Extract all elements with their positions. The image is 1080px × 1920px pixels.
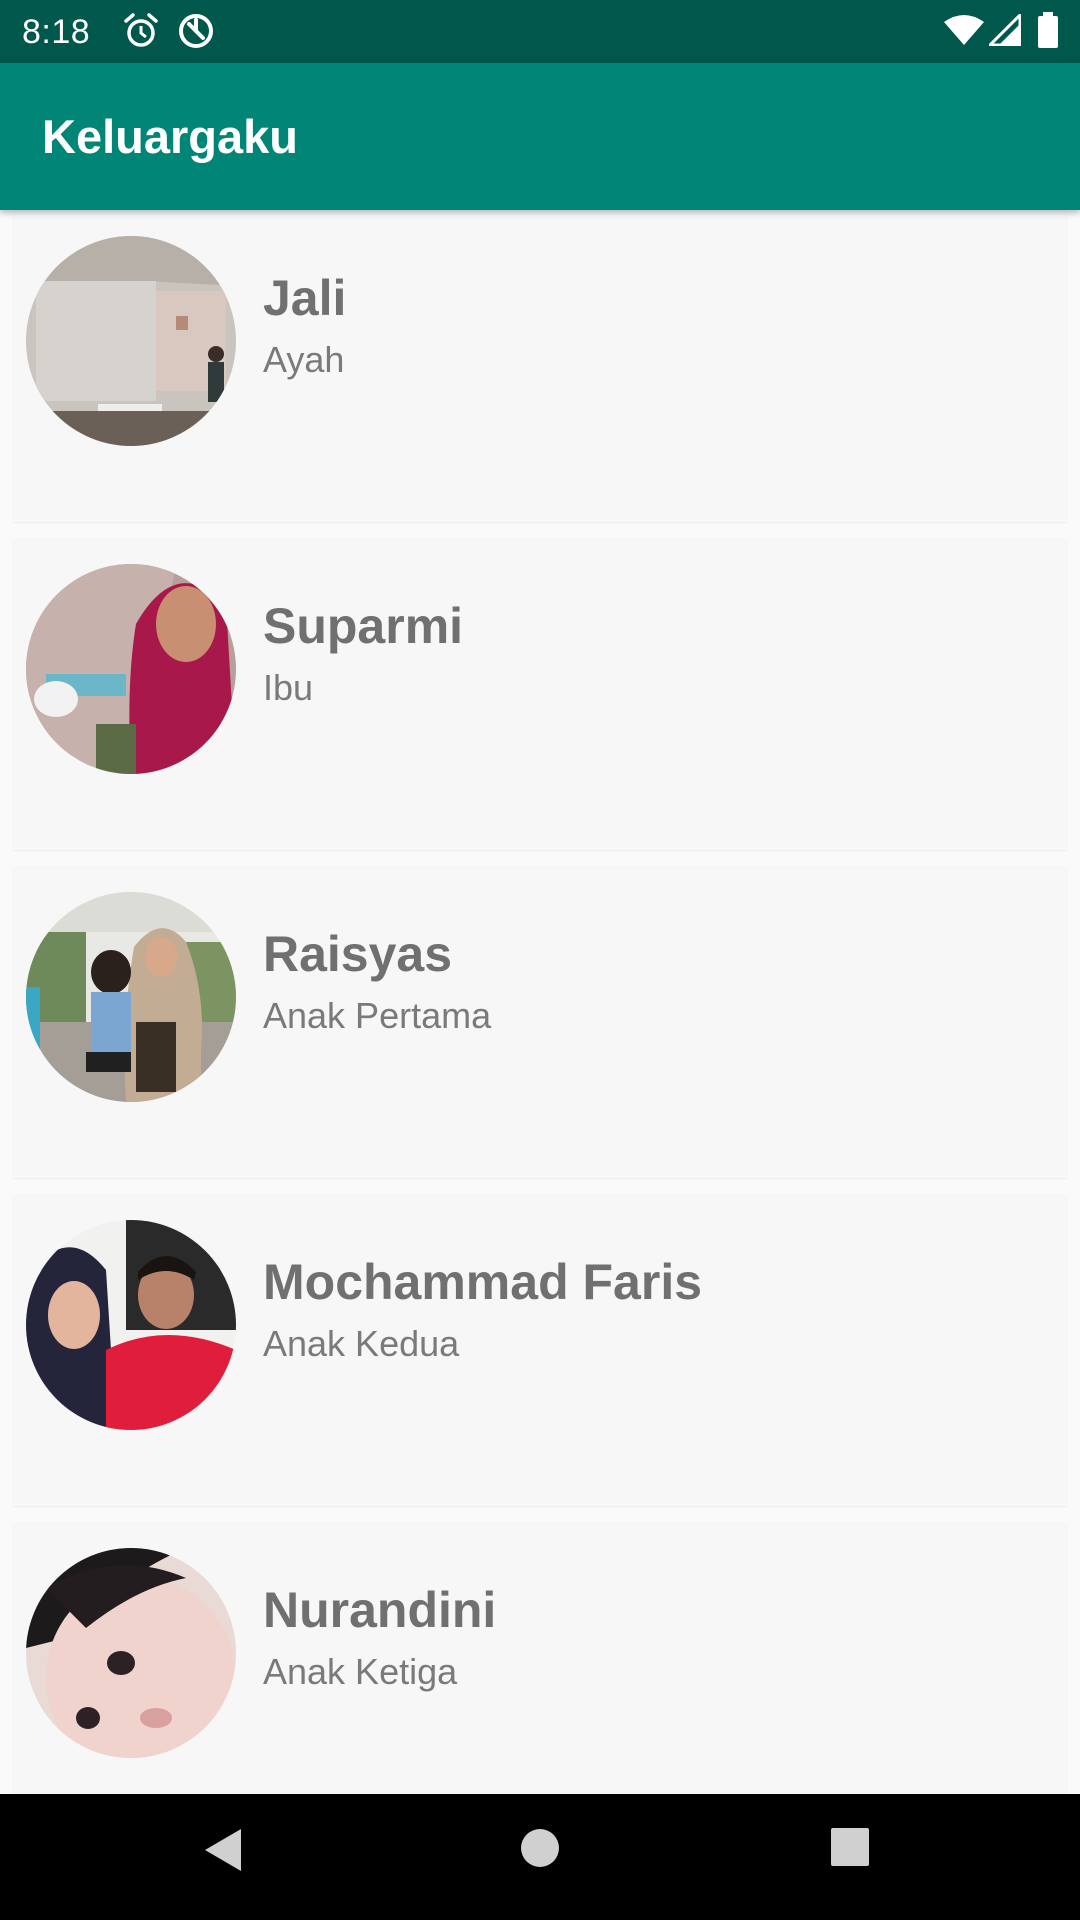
app-bar: Keluargaku (0, 63, 1080, 210)
recents-icon (831, 1828, 869, 1866)
member-name: Jali (263, 270, 347, 326)
list-item[interactable]: Suparmi Ibu (13, 538, 1067, 850)
alarm-icon (122, 12, 160, 50)
home-button[interactable] (480, 1794, 600, 1920)
back-icon (205, 1829, 241, 1871)
member-name: Suparmi (263, 598, 464, 654)
back-button[interactable] (164, 1794, 284, 1920)
data-saver-icon (177, 12, 215, 50)
avatar-nurandini (26, 1548, 236, 1758)
wifi-icon (944, 14, 984, 46)
avatar-faris (26, 1220, 236, 1430)
recents-button[interactable] (790, 1794, 910, 1920)
app-title: Keluargaku (42, 110, 298, 163)
status-time: 8:18 (22, 13, 91, 51)
avatar-suparmi (26, 564, 236, 774)
list-item[interactable]: Mochammad Faris Anak Kedua (13, 1194, 1067, 1506)
member-role: Anak Pertama (263, 995, 492, 1036)
avatar-jali (26, 236, 236, 446)
list-item[interactable]: Jali Ayah (13, 210, 1067, 522)
navigation-bar (0, 1794, 1080, 1920)
avatar-raisyas (26, 892, 236, 1102)
status-bar: 8:18 (0, 0, 1080, 63)
battery-icon (1037, 12, 1059, 48)
member-role: Anak Ketiga (263, 1651, 458, 1692)
member-role: Anak Kedua (263, 1323, 460, 1364)
cell-signal-icon (989, 14, 1021, 46)
member-name: Raisyas (263, 926, 453, 982)
member-name: Nurandini (263, 1582, 497, 1638)
member-role: Ayah (263, 339, 345, 380)
member-name: Mochammad Faris (263, 1254, 703, 1310)
list-item[interactable]: Nurandini Anak Ketiga (13, 1522, 1067, 1834)
member-role: Ibu (263, 667, 314, 708)
list-item[interactable]: Raisyas Anak Pertama (13, 866, 1067, 1178)
home-icon (521, 1829, 559, 1867)
app-screen: 8:18 Keluargaku Jali Ayah Suparmi Ibu Ra… (0, 0, 1080, 1920)
